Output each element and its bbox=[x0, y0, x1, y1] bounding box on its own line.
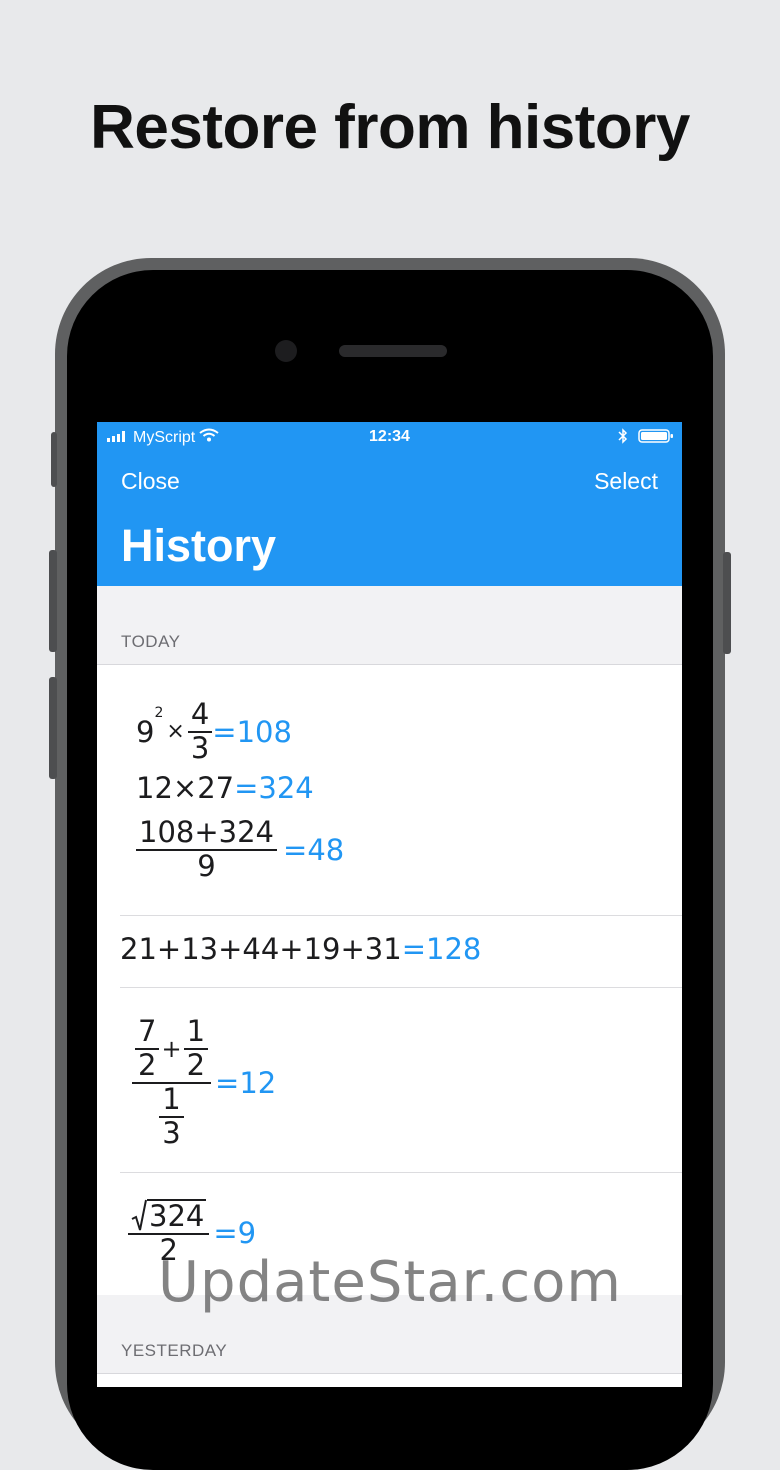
section-header-today: TODAY bbox=[97, 586, 682, 664]
fraction-numerator: 1 bbox=[183, 1015, 209, 1050]
fraction-numerator: 4 bbox=[187, 698, 213, 733]
fraction: 108+324 9 bbox=[136, 816, 278, 883]
fraction-denominator: 9 bbox=[197, 848, 216, 883]
expression: 12×27 bbox=[136, 771, 235, 805]
fraction-numerator: 1 bbox=[159, 1083, 184, 1118]
status-time: 12:34 bbox=[369, 428, 410, 445]
earpiece-speaker bbox=[339, 345, 447, 357]
history-entry[interactable]: 7 2 + 1 2 1 3 =12 bbox=[120, 988, 682, 1173]
compound-denominator: 1 3 bbox=[159, 1083, 184, 1150]
history-list-yesterday bbox=[97, 1373, 682, 1387]
radicand: 324 bbox=[147, 1199, 207, 1234]
expression: 21+13+44+19+31 bbox=[120, 932, 402, 966]
result-value: =48 bbox=[283, 832, 345, 867]
result-value: =108 bbox=[212, 714, 292, 749]
bluetooth-icon bbox=[618, 428, 628, 449]
volume-down-button bbox=[49, 677, 57, 779]
square-root-icon bbox=[131, 1199, 147, 1231]
fraction-numerator: 7 bbox=[135, 1015, 160, 1050]
expr-operator: + bbox=[161, 1034, 182, 1063]
nav-bar: Close Select History bbox=[97, 452, 682, 586]
entry-line: 12×27 =324 bbox=[136, 771, 314, 805]
expr-exponent: 2 bbox=[154, 705, 164, 721]
fraction-denominator: 2 bbox=[138, 1047, 157, 1082]
battery-icon bbox=[638, 428, 674, 449]
app-screen: MyScript 12:34 Close Select History TODA… bbox=[97, 422, 682, 1387]
fraction-denominator: 3 bbox=[190, 730, 210, 765]
fraction: 7 2 bbox=[135, 1015, 160, 1082]
entry-line: 9 2 × 4 3 =108 bbox=[136, 698, 292, 765]
volume-up-button bbox=[49, 550, 57, 652]
section-label-today: TODAY bbox=[121, 632, 181, 651]
entry-line: 7 2 + 1 2 1 3 =12 bbox=[132, 1015, 277, 1150]
fraction: 4 3 bbox=[187, 698, 213, 765]
status-bar: MyScript 12:34 bbox=[97, 422, 682, 452]
section-label-yesterday: YESTERDAY bbox=[121, 1341, 228, 1360]
expr-operator: × bbox=[166, 719, 185, 745]
compound-fraction: 7 2 + 1 2 1 3 bbox=[132, 1015, 212, 1150]
power-button bbox=[723, 552, 731, 654]
headline: Restore from history bbox=[90, 93, 690, 162]
result-value: =324 bbox=[234, 771, 314, 805]
watermark: UpdateStar.com bbox=[158, 1250, 622, 1315]
fraction: 1 3 bbox=[159, 1083, 184, 1150]
history-list-today: 9 2 × 4 3 =108 12×27 =324 108+324 9 =48 bbox=[97, 664, 682, 1295]
result-value: =12 bbox=[215, 1065, 277, 1100]
entry-line: 21+13+44+19+31 =128 bbox=[120, 932, 481, 966]
fraction-numerator: 108+324 bbox=[136, 816, 278, 851]
fraction-denominator: 3 bbox=[162, 1115, 181, 1150]
fraction-numerator: 324 bbox=[128, 1199, 210, 1235]
fraction: 1 2 bbox=[183, 1015, 209, 1082]
entry-line: 108+324 9 =48 bbox=[136, 816, 345, 883]
select-button[interactable]: Select bbox=[594, 468, 658, 495]
result-value: =9 bbox=[213, 1215, 257, 1250]
compound-numerator: 7 2 + 1 2 bbox=[132, 1015, 212, 1084]
result-value: =128 bbox=[401, 932, 482, 966]
close-button[interactable]: Close bbox=[121, 468, 180, 495]
front-camera bbox=[275, 340, 297, 362]
fraction-denominator: 2 bbox=[186, 1047, 206, 1082]
page-title: History bbox=[121, 520, 277, 571]
history-entry[interactable]: 21+13+44+19+31 =128 bbox=[120, 916, 682, 988]
history-entry[interactable]: 9 2 × 4 3 =108 12×27 =324 108+324 9 =48 bbox=[120, 665, 682, 916]
silent-switch bbox=[51, 432, 57, 487]
expr-base: 9 bbox=[136, 714, 155, 749]
